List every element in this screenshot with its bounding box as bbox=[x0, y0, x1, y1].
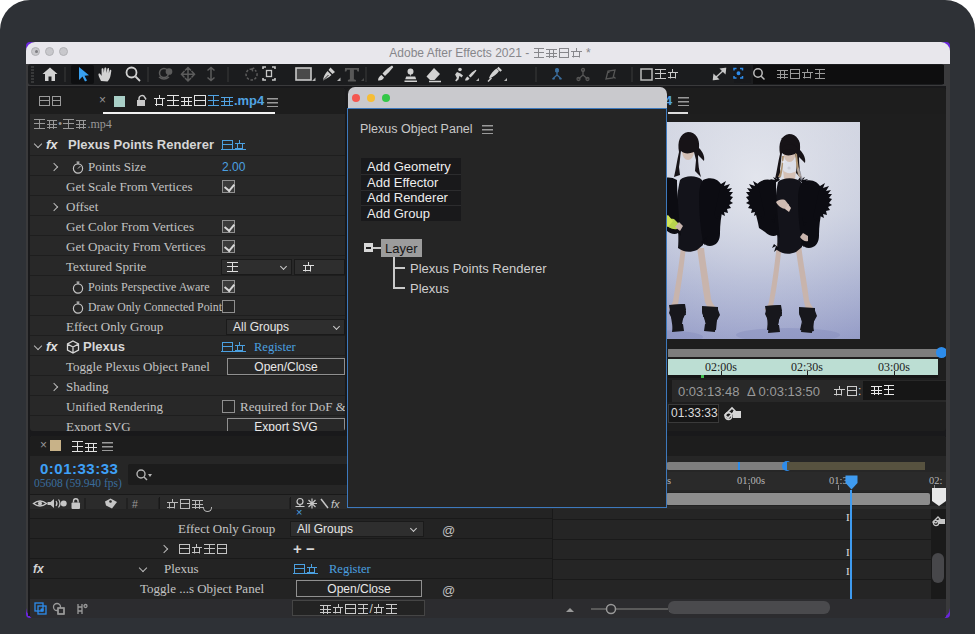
svg-text:#: # bbox=[132, 498, 138, 510]
svg-text:fx: fx bbox=[331, 498, 340, 510]
